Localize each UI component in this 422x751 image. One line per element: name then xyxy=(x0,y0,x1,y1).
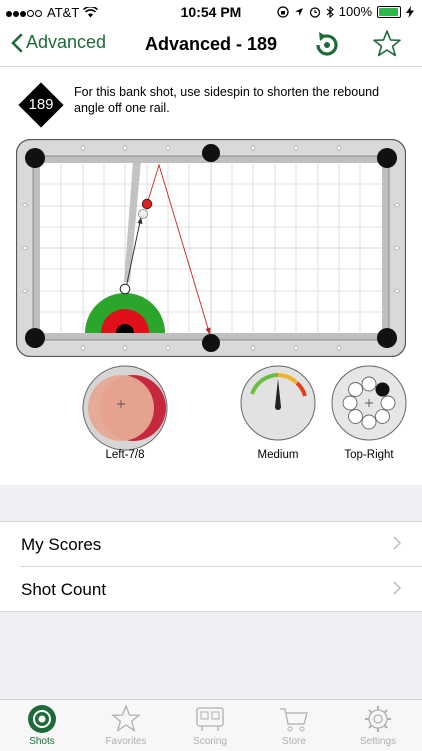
tab-settings-label: Settings xyxy=(359,736,397,747)
reset-shot-icon[interactable] xyxy=(312,30,342,60)
shot-description: For this bank shot, use sidespin to shor… xyxy=(74,85,380,115)
navigation-bar: Advanced Advanced - 189 xyxy=(0,24,422,67)
tab-store-label: Store xyxy=(282,736,306,747)
object-ball[interactable] xyxy=(141,198,153,210)
speed-gauge[interactable] xyxy=(239,364,317,442)
tab-shots[interactable]: Shots xyxy=(0,704,84,747)
cut-angle-label: Left-7/8 xyxy=(105,449,145,461)
shot-number: 189 xyxy=(28,96,54,113)
shot-count-label: Shot Count xyxy=(21,580,107,599)
battery-icon xyxy=(377,5,401,18)
chevron-right-icon xyxy=(393,536,402,550)
spin-point xyxy=(375,382,390,397)
chevron-right-icon xyxy=(393,581,402,595)
cue-ball[interactable] xyxy=(119,283,131,295)
page-title: Advanced - 189 xyxy=(144,34,278,54)
cut-angle-indicator[interactable] xyxy=(81,364,169,452)
pool-table-diagram[interactable] xyxy=(16,139,406,357)
shot-count-row[interactable]: Shot Count xyxy=(20,566,422,611)
spin-indicator[interactable] xyxy=(330,364,408,442)
tab-scoring-label: Scoring xyxy=(193,736,227,747)
tab-settings[interactable]: Settings xyxy=(336,704,420,747)
ghost-ball xyxy=(138,209,148,219)
favorite-star-icon[interactable] xyxy=(372,29,402,59)
charging-icon xyxy=(406,5,414,18)
scoreboard-icon xyxy=(196,707,224,731)
tab-scoring[interactable]: Scoring xyxy=(168,704,252,747)
speed-label: Medium xyxy=(257,449,299,461)
shot-number-badge: 189 xyxy=(18,82,64,128)
location-icon xyxy=(294,7,303,16)
my-scores-row[interactable]: My Scores xyxy=(0,522,422,566)
tab-favorites-label: Favorites xyxy=(105,736,147,747)
tab-bar: Shots Favorites Scoring Store Settings xyxy=(0,699,422,751)
stats-list: My Scores Shot Count xyxy=(0,521,422,612)
spin-label: Top-Right xyxy=(344,449,394,461)
tab-favorites[interactable]: Favorites xyxy=(84,704,168,747)
status-bar: AT&T 10:54 PM 100% xyxy=(0,0,422,24)
gear-icon xyxy=(365,706,391,732)
my-scores-label: My Scores xyxy=(21,535,102,554)
star-icon xyxy=(111,704,141,733)
battery-percent: 100% xyxy=(338,4,372,19)
cart-icon xyxy=(280,708,308,732)
shots-icon xyxy=(28,705,56,733)
tab-store[interactable]: Store xyxy=(252,704,336,747)
rotation-lock-icon xyxy=(277,5,289,18)
bluetooth-icon xyxy=(326,5,334,18)
tab-shots-label: Shots xyxy=(29,736,55,747)
alarm-icon xyxy=(309,6,320,18)
